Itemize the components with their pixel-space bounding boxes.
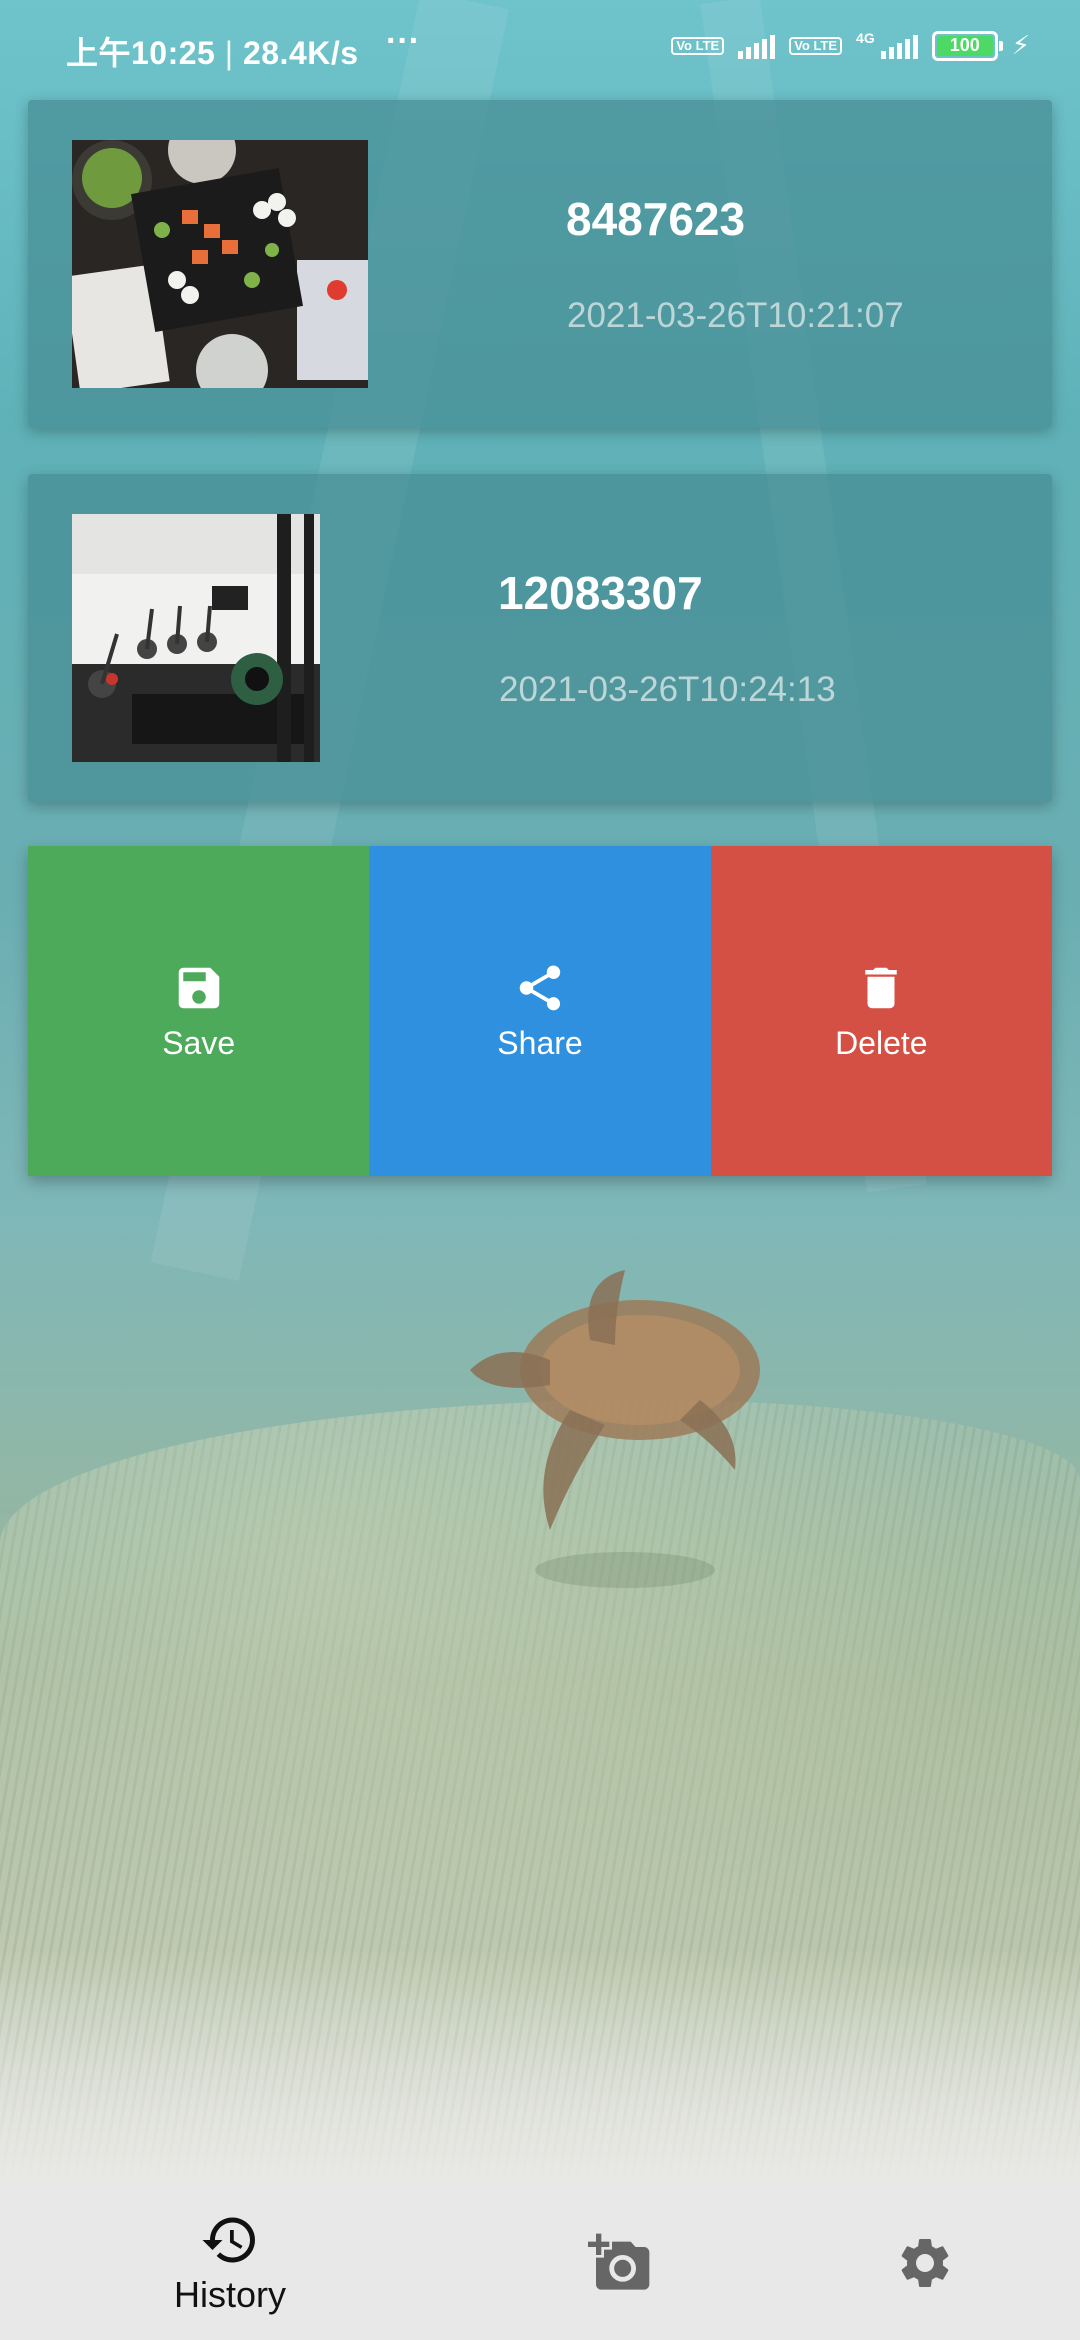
share-button[interactable]: Share — [369, 846, 711, 1176]
history-thumbnail — [72, 140, 368, 388]
volte-icon: Vo LTE — [671, 36, 725, 55]
network-speed: 28.4K/s — [242, 35, 359, 71]
volte-icon-2: Vo LTE — [789, 36, 843, 55]
history-title: 8487623 — [566, 193, 746, 245]
charging-icon: ⚡ — [1011, 30, 1030, 60]
item-action-panel: Save Share Delete — [28, 846, 1052, 1176]
save-label: Save — [162, 1024, 236, 1061]
battery-icon: 100 — [931, 30, 1003, 61]
status-icons: Vo LTE Vo LTE 4G 100 ⚡ — [671, 30, 1030, 61]
sushi-platter-photo — [72, 140, 368, 388]
delete-button[interactable]: Delete — [710, 846, 1052, 1176]
history-card[interactable]: 12083307 2021-03-26T10:24:13 — [28, 474, 1052, 802]
history-thumbnail — [72, 514, 320, 762]
battery-level: 100 — [936, 35, 993, 56]
share-icon — [519, 965, 561, 1010]
history-icon — [202, 2217, 255, 2263]
signal-icon — [738, 33, 776, 59]
status-time: 上午10:25 — [66, 35, 216, 71]
network-type-label: 4G — [856, 30, 875, 46]
save-button[interactable]: Save — [28, 846, 370, 1176]
history-timestamp: 2021-03-26T10:24:13 — [499, 670, 836, 709]
more-notifications-icon: ··· — [386, 22, 420, 60]
trash-icon — [865, 967, 898, 1008]
nav-settings[interactable] — [845, 2186, 1005, 2340]
share-label: Share — [497, 1024, 583, 1061]
gear-icon — [901, 2239, 949, 2287]
nav-history-label: History — [173, 2274, 286, 2315]
turtle-image — [470, 1270, 760, 1588]
status-separator: | — [224, 35, 234, 71]
nav-camera[interactable] — [540, 2186, 700, 2340]
history-timestamp: 2021-03-26T10:21:07 — [567, 296, 904, 335]
status-bar: 上午10:25 | 28.4K/s ··· Vo LTE Vo LTE 4G 1… — [0, 0, 1080, 96]
bottom-navigation: History — [0, 2186, 1080, 2340]
floppy-disk-icon — [178, 967, 219, 1008]
add-photo-icon — [588, 2233, 650, 2290]
status-clock: 上午10:25 | 28.4K/s — [66, 28, 359, 74]
history-title: 12083307 — [498, 567, 703, 619]
history-card[interactable]: 8487623 2021-03-26T10:21:07 — [28, 100, 1052, 428]
nav-history[interactable]: History — [150, 2186, 310, 2340]
signal-icon-2 — [880, 33, 918, 59]
delete-label: Delete — [835, 1024, 928, 1061]
gym-bikes-photo — [72, 514, 320, 762]
